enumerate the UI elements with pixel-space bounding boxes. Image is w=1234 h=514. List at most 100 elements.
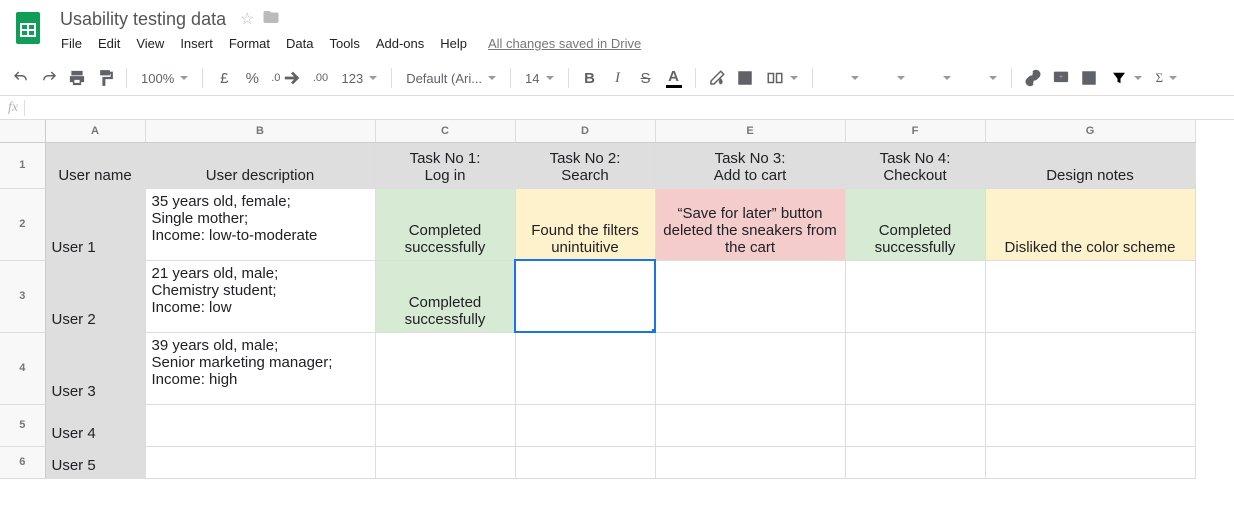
column-header-A[interactable]: A [45,120,145,142]
cell-A5[interactable]: User 4 [45,404,145,446]
cell-E3[interactable] [655,260,845,332]
cell-G2[interactable]: Disliked the color scheme [985,188,1195,260]
strikethrough-button[interactable]: S [633,65,659,91]
cell-F6[interactable] [845,446,985,478]
cell-B4[interactable]: 39 years old, male; Senior marketing man… [145,332,375,404]
cell-C1[interactable]: Task No 1: Log in [375,142,515,188]
insert-link-button[interactable] [1020,65,1046,91]
row-header-5[interactable]: 5 [0,404,45,446]
menu-tools[interactable]: Tools [322,32,366,55]
cell-G5[interactable] [985,404,1195,446]
formula-bar[interactable]: fx [0,96,1234,120]
menu-insert[interactable]: Insert [173,32,220,55]
menu-data[interactable]: Data [279,32,320,55]
italic-button[interactable]: I [605,65,631,91]
column-header-D[interactable]: D [515,120,655,142]
spreadsheet-grid[interactable]: ABCDEFG1User nameUser descriptionTask No… [0,120,1234,479]
cell-G3[interactable] [985,260,1195,332]
cell-A6[interactable]: User 5 [45,446,145,478]
functions-dropdown[interactable]: Σ [1150,65,1184,91]
more-formats-dropdown[interactable]: 123 [335,65,383,91]
cell-C3[interactable]: Completed successfully [375,260,515,332]
row-header-4[interactable]: 4 [0,332,45,404]
vertical-align-dropdown[interactable] [867,65,911,91]
sheets-logo[interactable] [8,8,48,48]
cell-D3[interactable] [515,260,655,332]
cell-E5[interactable] [655,404,845,446]
row-header-3[interactable]: 3 [0,260,45,332]
column-header-F[interactable]: F [845,120,985,142]
cell-F2[interactable]: Completed successfully [845,188,985,260]
bold-button[interactable]: B [577,65,603,91]
cell-C2[interactable]: Completed successfully [375,188,515,260]
cell-E4[interactable] [655,332,845,404]
cell-E6[interactable] [655,446,845,478]
insert-chart-button[interactable] [1076,65,1102,91]
print-button[interactable] [64,65,90,91]
cell-E2[interactable]: “Save for later” button deleted the snea… [655,188,845,260]
cell-C4[interactable] [375,332,515,404]
cell-F4[interactable] [845,332,985,404]
column-header-B[interactable]: B [145,120,375,142]
column-header-G[interactable]: G [985,120,1195,142]
insert-comment-button[interactable]: + [1048,65,1074,91]
cell-A3[interactable]: User 2 [45,260,145,332]
paint-format-button[interactable] [92,65,118,91]
format-currency-button[interactable]: £ [211,65,237,91]
cell-B5[interactable] [145,404,375,446]
menu-file[interactable]: File [54,32,89,55]
cell-D2[interactable]: Found the filters unintuitive [515,188,655,260]
menu-help[interactable]: Help [433,32,474,55]
undo-button[interactable] [8,65,34,91]
merge-cells-dropdown[interactable] [760,65,804,91]
menu-edit[interactable]: Edit [91,32,127,55]
column-header-C[interactable]: C [375,120,515,142]
cell-F3[interactable] [845,260,985,332]
cell-B1[interactable]: User description [145,142,375,188]
row-header-2[interactable]: 2 [0,188,45,260]
cell-E1[interactable]: Task No 3: Add to cart [655,142,845,188]
cell-B3[interactable]: 21 years old, male; Chemistry student; I… [145,260,375,332]
cell-B6[interactable] [145,446,375,478]
horizontal-align-dropdown[interactable] [821,65,865,91]
decrease-decimal-button[interactable]: .0 [267,65,305,91]
row-header-6[interactable]: 6 [0,446,45,478]
cell-C5[interactable] [375,404,515,446]
cell-A4[interactable]: User 3 [45,332,145,404]
menu-view[interactable]: View [129,32,171,55]
redo-button[interactable] [36,65,62,91]
cell-G4[interactable] [985,332,1195,404]
increase-decimal-button[interactable]: .00 [307,65,333,91]
text-color-button[interactable]: A [661,65,687,91]
fill-color-button[interactable] [704,65,730,91]
document-title[interactable]: Usability testing data [54,7,232,32]
cell-G1[interactable]: Design notes [985,142,1195,188]
cell-A1[interactable]: User name [45,142,145,188]
cell-G6[interactable] [985,446,1195,478]
column-header-E[interactable]: E [655,120,845,142]
select-all-corner[interactable] [0,120,45,142]
cell-B2[interactable]: 35 years old, female; Single mother; Inc… [145,188,375,260]
font-size-dropdown[interactable]: 14 [519,65,559,91]
cell-F1[interactable]: Task No 4: Checkout [845,142,985,188]
row-header-1[interactable]: 1 [0,142,45,188]
format-percent-button[interactable]: % [239,65,265,91]
cell-C6[interactable] [375,446,515,478]
borders-button[interactable] [732,65,758,91]
cell-D4[interactable] [515,332,655,404]
text-rotation-dropdown[interactable] [959,65,1003,91]
filter-dropdown[interactable] [1104,65,1148,91]
star-icon[interactable]: ☆ [240,9,254,29]
cell-A2[interactable]: User 1 [45,188,145,260]
zoom-dropdown[interactable]: 100% [135,65,194,91]
save-status[interactable]: All changes saved in Drive [488,32,641,55]
cell-D6[interactable] [515,446,655,478]
cell-D5[interactable] [515,404,655,446]
folder-icon[interactable] [262,8,280,31]
cell-D1[interactable]: Task No 2: Search [515,142,655,188]
text-wrap-dropdown[interactable] [913,65,957,91]
font-dropdown[interactable]: Default (Ari... [400,65,502,91]
menu-add-ons[interactable]: Add-ons [369,32,431,55]
menu-format[interactable]: Format [222,32,277,55]
cell-F5[interactable] [845,404,985,446]
